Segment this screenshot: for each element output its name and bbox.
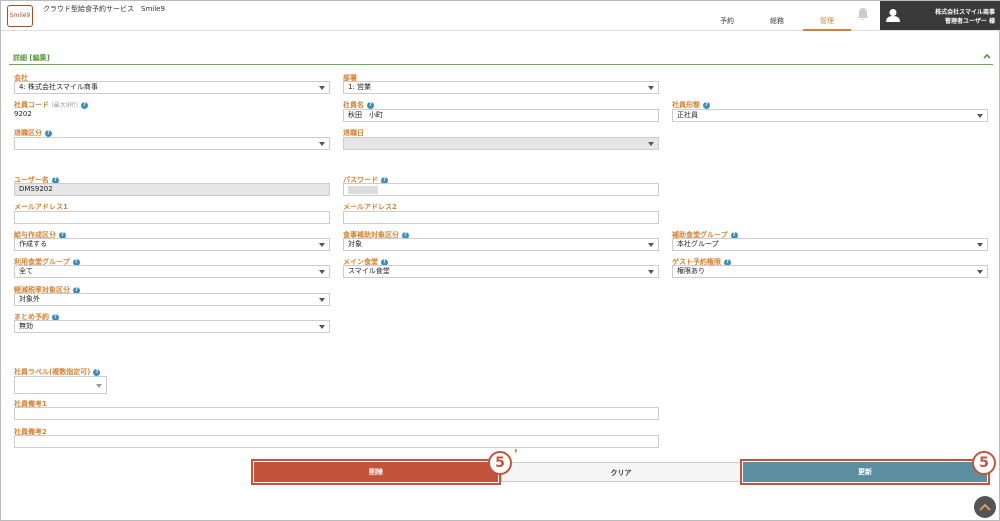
section-header: 詳細 [編集] — [9, 51, 993, 65]
user-name: 管理者ユーザー 様 — [945, 18, 995, 25]
user-menu[interactable]: 株式会社スマイル商事 管理者ユーザー 様 — [880, 1, 1000, 30]
app-logo: Smile9 — [7, 5, 33, 27]
help-icon[interactable]: ? — [703, 101, 710, 109]
department-select[interactable]: 1: 営業 — [343, 81, 659, 94]
user-icon — [886, 9, 900, 22]
guest-perm-select[interactable]: 権限あり — [672, 265, 988, 278]
collapse-icon[interactable] — [983, 52, 991, 61]
tab-general-affairs[interactable]: 総務 — [753, 15, 801, 31]
delete-button[interactable]: 削除 — [251, 459, 501, 485]
update-button[interactable]: 更新 — [740, 459, 990, 485]
annotation-prime: ' — [514, 447, 518, 461]
note1-input[interactable] — [14, 407, 659, 420]
note2-input[interactable] — [14, 435, 659, 448]
bell-icon[interactable] — [857, 7, 871, 23]
employee-code-value: 9202 — [14, 110, 32, 118]
meal-subsidy-select[interactable]: 対象 — [343, 238, 659, 251]
chevron-down-icon — [977, 114, 983, 118]
chevron-down-icon — [977, 270, 983, 274]
chevron-down-icon — [648, 270, 654, 274]
help-icon[interactable]: ? — [45, 129, 52, 137]
username-input: DMS9202 — [14, 183, 330, 196]
chevron-down-icon — [648, 142, 654, 146]
chevron-down-icon — [648, 86, 654, 90]
chevron-up-icon — [979, 503, 991, 511]
top-bar: Smile9 クラウド型給食予約サービス Smile9 予約 総務 管理 株式会… — [1, 1, 1000, 31]
chevron-down-icon — [319, 270, 325, 274]
reduced-tax-select[interactable]: 対象外 — [14, 293, 330, 306]
employee-label-select[interactable] — [14, 376, 107, 394]
help-icon[interactable]: ? — [80, 101, 88, 109]
main-dining-select[interactable]: スマイル食堂 — [343, 265, 659, 278]
salary-create-select[interactable]: 作成する — [14, 238, 330, 251]
help-icon[interactable]: ? — [367, 101, 374, 109]
bulk-reserve-select[interactable]: 無効 — [14, 320, 330, 333]
company-select[interactable]: 4: 株式会社スマイル商事 — [14, 81, 330, 94]
email2-input[interactable] — [343, 211, 659, 224]
clear-button[interactable]: クリア — [501, 462, 741, 482]
retire-date-select — [343, 137, 659, 150]
chevron-down-icon — [319, 243, 325, 247]
section-title: 詳細 [編集] — [13, 54, 50, 62]
chevron-down-icon — [96, 384, 102, 388]
chevron-down-icon — [319, 325, 325, 329]
password-mask — [348, 186, 378, 194]
tab-reserve[interactable]: 予約 — [703, 15, 751, 31]
annotation-badge-delete: 5 — [488, 451, 512, 475]
use-group-select[interactable]: 全て — [14, 265, 330, 278]
retire-status-select[interactable] — [14, 137, 330, 150]
help-icon[interactable]: ? — [93, 368, 101, 376]
user-company: 株式会社スマイル商事 — [935, 9, 995, 16]
app-title: クラウド型給食予約サービス Smile9 — [43, 5, 165, 13]
aux-group-select[interactable]: 本社グループ — [672, 238, 988, 251]
email1-input[interactable] — [14, 211, 330, 224]
employee-type-select[interactable]: 正社員 — [672, 109, 988, 122]
chevron-down-icon — [977, 243, 983, 247]
chevron-down-icon — [319, 86, 325, 90]
password-input[interactable] — [343, 183, 659, 196]
chevron-down-icon — [319, 142, 325, 146]
employee-name-input[interactable]: 秋田 小町 — [343, 109, 659, 122]
chevron-down-icon — [648, 243, 654, 247]
chevron-down-icon — [319, 298, 325, 302]
tab-admin[interactable]: 管理 — [803, 15, 851, 31]
scroll-top-button[interactable] — [974, 496, 996, 518]
employee-code-label: 社員コード (最大9桁)? — [14, 100, 88, 110]
annotation-badge-update: 5 — [972, 451, 996, 475]
